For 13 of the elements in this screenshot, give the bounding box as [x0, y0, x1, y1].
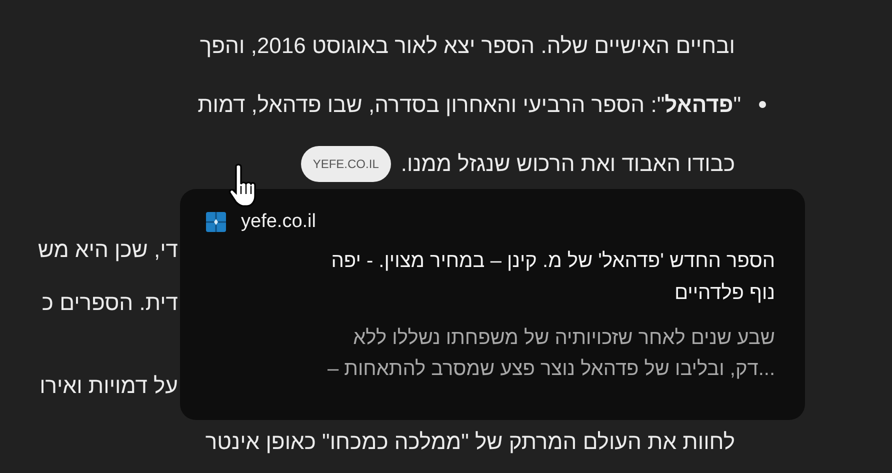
- paragraph-text: דית. הספרים כ: [40, 290, 178, 316]
- site-favicon-icon: [205, 211, 227, 233]
- bullet-icon: [759, 101, 766, 108]
- citation-link[interactable]: YEFE.CO.IL: [300, 146, 391, 182]
- paragraph-text: ובחיים האישיים שלה. הספר יצא לאור באוגוסט 2016, והפך: [200, 32, 735, 58]
- preview-title[interactable]: הספר החדש 'פדהאל' של מ. קינן – במחיר מצוין. - יפה נוף פלדהיים: [205, 245, 775, 309]
- paragraph-text: די, שכן היא מש: [36, 236, 178, 262]
- paragraph-text: לחוות את העולם המרתק של "ממלכה כמכחו" כאופן אינטר: [205, 428, 735, 454]
- paragraph-text: על דמויות ואירו: [38, 372, 178, 398]
- list-item-text: "פדהאל": הספר הרביעי והאחרון בסדרה, שבו פדהאל, דמות: [198, 92, 741, 118]
- site-name[interactable]: yefe.co.il: [241, 211, 316, 233]
- preview-description: שבע שנים לאחר שזכויותיה של משפחתו נשללו ללא ...דק, ובליבו של פדהאל נוצר פצע שמסרב להתאחות –: [326, 326, 775, 382]
- paragraph-text: כבודו האבוד ואת הרכוש שנגזל ממנו.: [400, 150, 735, 176]
